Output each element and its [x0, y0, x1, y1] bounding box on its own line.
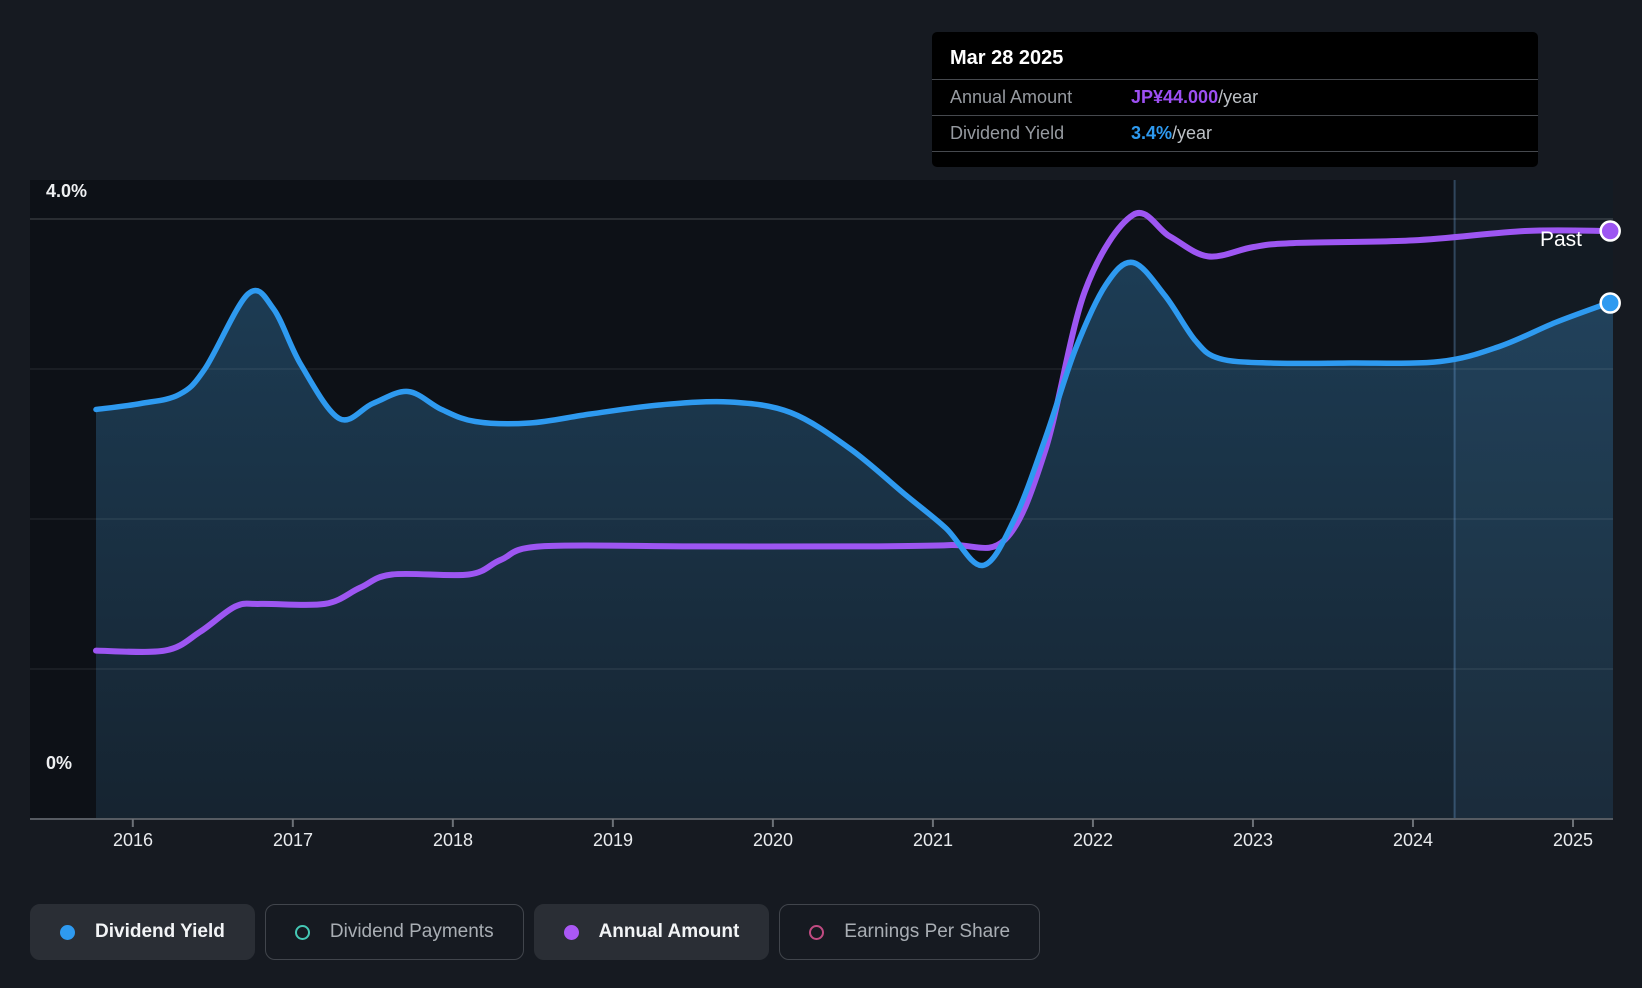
legend-label: Earnings Per Share — [844, 921, 1010, 943]
dividend-yield-marker-icon — [60, 925, 75, 940]
dividend-history-chart: 4.0% 0% 2016 2017 2018 2019 2020 2021 2022 2023… — [0, 0, 1642, 988]
tooltip-row-value: 3.4% — [1131, 123, 1172, 144]
tooltip-rows: Annual AmountJP¥44.000/yearDividend Yiel… — [932, 79, 1538, 152]
tooltip-row-label: Dividend Yield — [950, 123, 1131, 144]
tooltip-row-value: JP¥44.000 — [1131, 87, 1218, 108]
past-label: Past — [1540, 228, 1582, 252]
legend-dividend-payments[interactable]: Dividend Payments — [265, 904, 524, 960]
x-axis-label-2022: 2022 — [1048, 830, 1138, 851]
earnings-per-share-marker-icon — [809, 925, 824, 940]
dividend-payments-marker-icon — [295, 925, 310, 940]
legend-label: Dividend Yield — [95, 921, 225, 943]
yield-end-marker — [1601, 294, 1620, 313]
tooltip-row-label: Annual Amount — [950, 87, 1131, 108]
chart-tooltip: Mar 28 2025 Annual AmountJP¥44.000/yearD… — [932, 32, 1538, 167]
legend-label: Dividend Payments — [330, 921, 494, 943]
y-axis-label-0pct: 0% — [46, 753, 72, 774]
tooltip-row-dividend-yield: Dividend Yield3.4%/year — [932, 115, 1538, 152]
x-axis-label-2019: 2019 — [568, 830, 658, 851]
x-axis-label-2023: 2023 — [1208, 830, 1298, 851]
legend-dividend-yield[interactable]: Dividend Yield — [30, 904, 255, 960]
x-axis-label-2021: 2021 — [888, 830, 978, 851]
x-axis-label-2017: 2017 — [248, 830, 338, 851]
legend-label: Annual Amount — [599, 921, 740, 943]
x-axis-label-2024: 2024 — [1368, 830, 1458, 851]
tooltip-row-annual-amount: Annual AmountJP¥44.000/year — [932, 79, 1538, 115]
x-axis-label-2020: 2020 — [728, 830, 818, 851]
tooltip-row-suffix: /year — [1218, 87, 1258, 108]
amount-end-marker — [1601, 222, 1620, 241]
legend-earnings-per-share[interactable]: Earnings Per Share — [779, 904, 1040, 960]
x-axis-label-2018: 2018 — [408, 830, 498, 851]
y-axis-label-4pct: 4.0% — [46, 181, 87, 202]
tooltip-row-suffix: /year — [1172, 123, 1212, 144]
annual-amount-marker-icon — [564, 925, 579, 940]
legend-annual-amount[interactable]: Annual Amount — [534, 904, 770, 960]
tooltip-date: Mar 28 2025 — [932, 32, 1538, 79]
x-axis-label-2016: 2016 — [88, 830, 178, 851]
chart-legend: Dividend Yield Dividend Payments Annual Am… — [30, 904, 1040, 960]
recent-period-band — [1455, 180, 1613, 819]
x-axis-label-2025: 2025 — [1528, 830, 1618, 851]
